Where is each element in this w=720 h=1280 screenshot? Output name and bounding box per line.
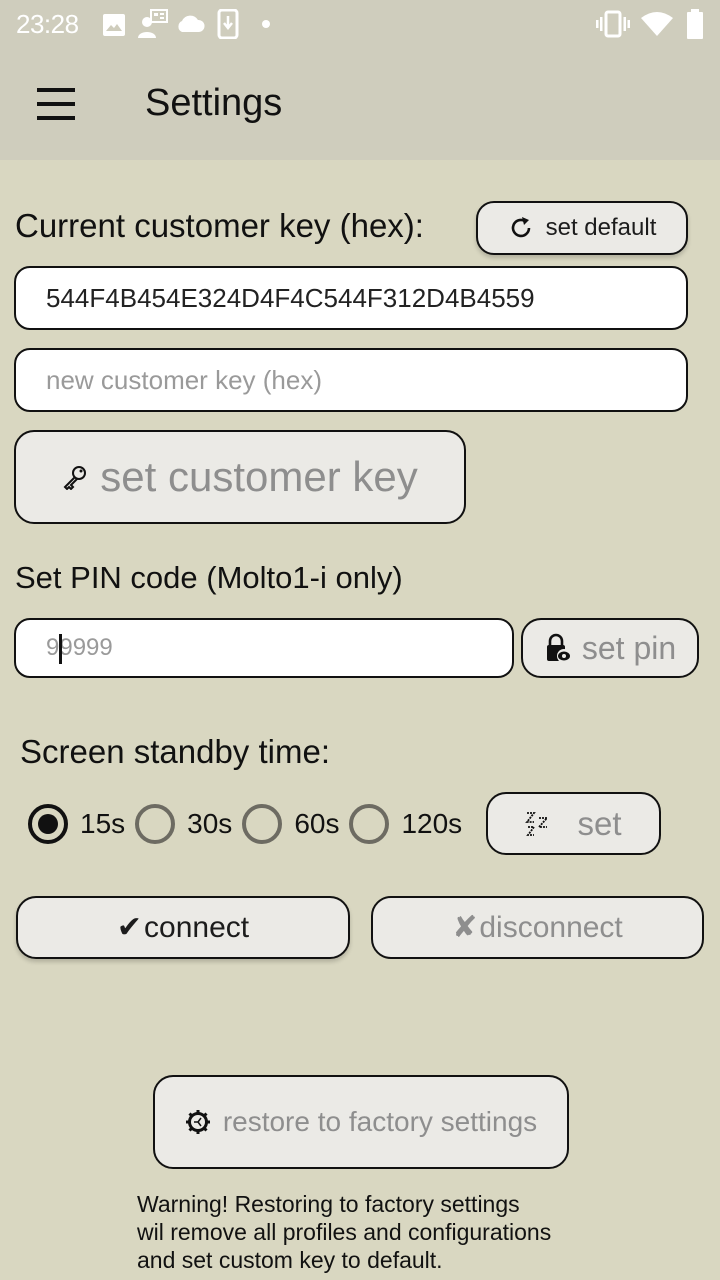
warning-line: wil remove all profiles and configuratio… bbox=[137, 1219, 552, 1245]
page-title: Settings bbox=[145, 82, 283, 124]
phone-download-icon bbox=[217, 9, 239, 39]
restore-factory-label: restore to factory settings bbox=[222, 1106, 538, 1137]
disconnect-button[interactable]: ✘ disconnect bbox=[371, 896, 704, 959]
warning-line: and set custom key to default. bbox=[137, 1247, 443, 1273]
radio-indicator bbox=[28, 804, 68, 844]
image-icon bbox=[103, 14, 125, 36]
new-customer-key-input[interactable] bbox=[46, 364, 686, 396]
set-default-label: set default bbox=[545, 214, 657, 241]
set-default-button[interactable]: set default bbox=[476, 201, 688, 255]
status-bar: 23:28 bbox=[0, 0, 720, 48]
customer-key-label: Current customer key (hex): bbox=[15, 207, 424, 244]
new-customer-key-field[interactable] bbox=[14, 348, 688, 412]
notification-dot-icon bbox=[262, 20, 270, 28]
sleep-zzz-icon bbox=[525, 811, 550, 836]
radio-indicator bbox=[135, 804, 176, 844]
set-standby-label: set bbox=[577, 804, 622, 842]
key-icon bbox=[63, 466, 87, 490]
text-cursor bbox=[59, 634, 62, 664]
status-time: 23:28 bbox=[16, 9, 79, 39]
hamburger-menu-icon[interactable] bbox=[30, 84, 82, 124]
standby-radio-group: 15s 30s 60s 120s bbox=[28, 800, 472, 848]
pin-input[interactable] bbox=[46, 634, 512, 662]
pin-label: Set PIN code (Molto1-i only) bbox=[15, 560, 403, 595]
x-mark-icon: ✘ bbox=[452, 911, 478, 944]
set-customer-key-button[interactable]: set customer key bbox=[14, 430, 466, 524]
warning-line: Warning! Restoring to factory settings bbox=[137, 1191, 520, 1217]
factory-warning-text: Warning! Restoring to factory settings w… bbox=[137, 1190, 597, 1274]
current-customer-key-field[interactable] bbox=[14, 266, 688, 330]
set-pin-label: set pin bbox=[581, 629, 677, 666]
check-icon: ✔ bbox=[116, 911, 143, 944]
pin-field[interactable] bbox=[14, 618, 514, 678]
contact-card-icon bbox=[138, 9, 168, 38]
battery-icon bbox=[687, 9, 703, 39]
vibrate-icon bbox=[596, 10, 630, 38]
radio-label: 15s bbox=[80, 808, 126, 839]
connect-label: connect bbox=[144, 910, 250, 944]
connect-button[interactable]: ✔ connect bbox=[16, 896, 350, 959]
current-customer-key-input[interactable] bbox=[46, 282, 686, 314]
radio-30s[interactable]: 30s bbox=[135, 804, 232, 844]
radio-label: 30s bbox=[187, 808, 233, 839]
radio-label: 120s bbox=[401, 808, 463, 839]
radio-indicator bbox=[349, 804, 390, 844]
wifi-icon bbox=[641, 12, 673, 36]
gear-icon bbox=[185, 1110, 210, 1134]
lock-eye-icon bbox=[546, 633, 571, 663]
radio-60s[interactable]: 60s bbox=[242, 804, 339, 844]
radio-15s[interactable]: 15s bbox=[28, 804, 125, 844]
set-pin-button[interactable]: set pin bbox=[521, 618, 699, 678]
radio-120s[interactable]: 120s bbox=[349, 804, 462, 844]
cloud-icon bbox=[178, 15, 205, 32]
set-customer-key-label: set customer key bbox=[100, 453, 418, 500]
restore-factory-button[interactable]: restore to factory settings bbox=[153, 1075, 569, 1169]
radio-indicator bbox=[242, 804, 283, 844]
radio-label: 60s bbox=[294, 808, 340, 839]
app-bar: Settings bbox=[0, 48, 720, 160]
set-standby-button[interactable]: set bbox=[486, 792, 661, 855]
standby-label: Screen standby time: bbox=[20, 733, 330, 770]
refresh-icon bbox=[511, 217, 530, 238]
disconnect-label: disconnect bbox=[479, 910, 623, 944]
